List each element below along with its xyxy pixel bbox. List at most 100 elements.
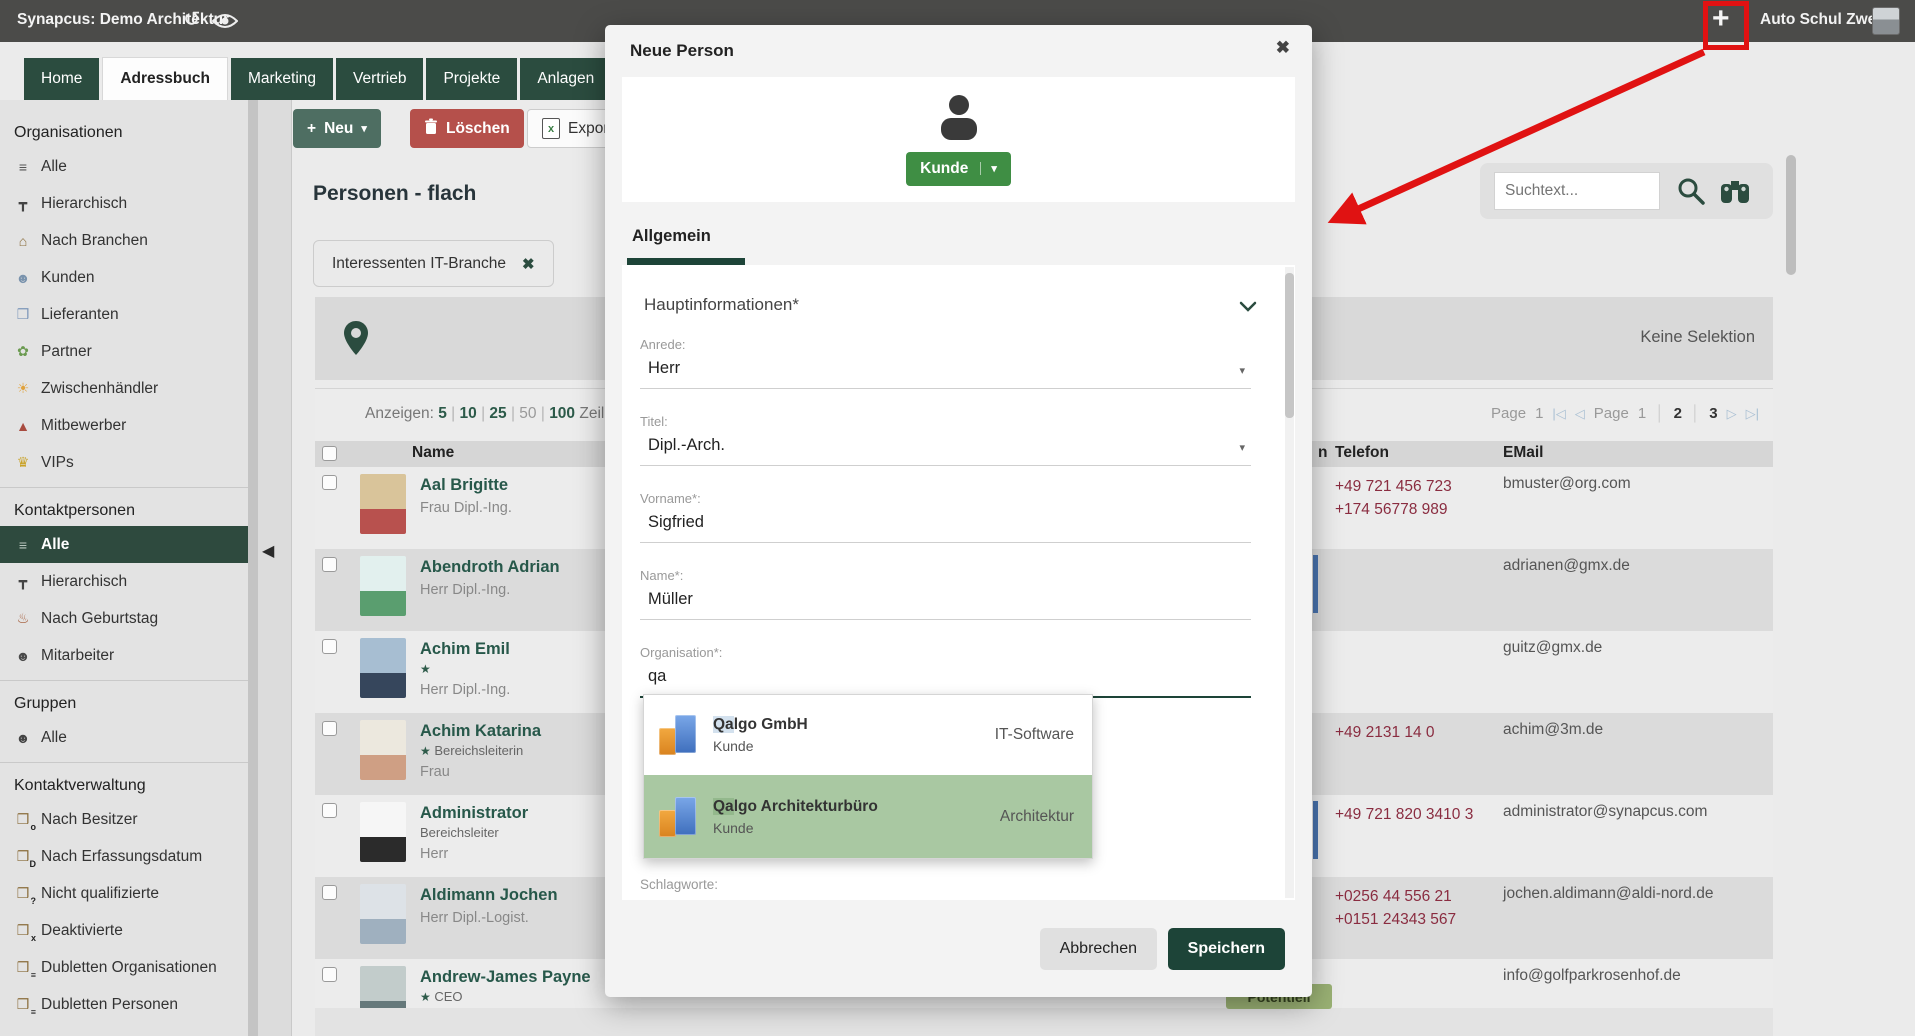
modal-footer: Abbrechen Speichern [605,900,1312,997]
list-icon: ≡ [14,159,32,175]
phone-column-header: Telefon [1335,444,1389,462]
sidebar-item-zwischenh-ndler[interactable]: ☀Zwischenhändler [0,370,248,407]
separator: | [447,405,460,422]
user-name[interactable]: Auto Schul Zwei [1760,11,1881,29]
row-checkbox[interactable] [322,967,337,982]
phone-cell: +0256 44 556 21+0151 24343 567 [1335,885,1456,931]
org-option-qalgo-architekturb-ro[interactable]: Qalgo ArchitekturbüroKundeArchitektur [644,775,1092,858]
tab-allgemein[interactable]: Allgemein [632,227,711,246]
tab-anlagen[interactable]: Anlagen [520,58,611,100]
sidebar-divider [0,762,248,763]
last-page-icon[interactable]: ▷| [1746,406,1759,422]
person-name-link[interactable]: Andrew-James Payne [420,966,591,988]
remove-filter-icon[interactable]: ✖ [522,255,535,273]
sidebar-item-nach-erfassungsdatum[interactable]: ❒DNach Erfassungsdatum [0,838,248,875]
person-name-link[interactable]: Achim Katarina [420,720,541,742]
rows-option-5[interactable]: 5 [438,405,447,422]
sidebar-item-hierarchisch[interactable]: ┳Hierarchisch [0,563,248,600]
sidebar-item-dubletten-personen[interactable]: ❒≡Dubletten Personen [0,986,248,1023]
sidebar-item-nach-geburtstag[interactable]: ♨Nach Geburtstag [0,600,248,637]
sidebar-item-nach-besitzer[interactable]: ❒oNach Besitzer [0,801,248,838]
select-all-checkbox[interactable] [322,446,337,461]
person-subtitle: Frau [420,763,541,782]
sidebar-item-mitbewerber[interactable]: ▲Mitbewerber [0,407,248,444]
sidebar-item-nach-branchen[interactable]: ⌂Nach Branchen [0,222,248,259]
star-icon: ★ [420,990,431,1004]
rows-option-100[interactable]: 100 [549,405,575,422]
sidebar-item-vips[interactable]: ♛VIPs [0,444,248,481]
tab-home[interactable]: Home [24,58,99,100]
row-checkbox[interactable] [322,803,337,818]
page-label: Page [1491,405,1526,422]
tab-vertrieb[interactable]: Vertrieb [336,58,423,100]
sidebar-item-mitarbeiter[interactable]: ☻ Mitarbeiter [0,637,248,674]
person-icon: ☻ [14,648,32,664]
rows-option-10[interactable]: 10 [460,405,477,422]
field-vorname: Vorname*:Sigfried [640,491,1251,543]
person-role: ★ CEO [420,988,591,1006]
binoculars-icon[interactable] [1720,178,1750,209]
tab-projekte[interactable]: Projekte [426,58,517,100]
sidebar-collapse-icon[interactable]: ◀ [262,541,274,561]
field-input[interactable]: Dipl.-Arch. [640,436,1251,466]
map-pin-icon[interactable] [343,320,369,361]
field-input[interactable]: Herr [640,359,1251,389]
dropdown-caret-icon[interactable]: ▾ [1239,364,1245,377]
field-input[interactable]: Müller [640,590,1251,620]
icon-badge: ≡ [31,970,36,980]
tab-adressbuch[interactable]: Adressbuch [102,57,228,100]
prev-page-icon[interactable]: ◁ [1575,406,1585,422]
sidebar-item-deaktivierte[interactable]: ❒xDeaktivierte [0,912,248,949]
page-2[interactable]: 2 [1674,405,1682,422]
group-icon: ☻ [14,730,32,746]
search-icon[interactable] [1676,176,1706,211]
first-page-icon[interactable]: |◁ [1552,406,1565,422]
sidebar-item-partner[interactable]: ✿Partner [0,333,248,370]
sidebar-item-alle[interactable]: ≡Alle [0,526,248,563]
person-name-link[interactable]: Aal Brigitte [420,474,512,496]
save-button[interactable]: Speichern [1168,928,1285,970]
org-option-qalgo-gmbh[interactable]: Qalgo GmbHKundeIT-Software [644,695,1092,775]
new-button[interactable]: + Neu ▾ [293,109,381,148]
page-3[interactable]: 3 [1709,405,1717,422]
person-name-link[interactable]: Aldimann Jochen [420,884,558,906]
field-label: Organisation*: [640,645,1251,660]
row-checkbox[interactable] [322,721,337,736]
rows-option-25[interactable]: 25 [489,405,506,422]
cancel-button[interactable]: Abbrechen [1040,928,1157,970]
person-name-link[interactable]: Achim Emil [420,638,510,660]
match-highlight: Qa [713,716,734,733]
row-checkbox[interactable] [322,885,337,900]
icon-badge: ? [31,896,37,906]
eye-icon[interactable] [212,13,238,34]
person-name-link[interactable]: Abendroth Adrian [420,556,560,578]
sidebar-scrollbar[interactable] [248,100,258,1036]
sidebar-item-hierarchisch[interactable]: ┳Hierarchisch [0,185,248,222]
person-type-button[interactable]: Kunde ▾ [906,152,1011,186]
sidebar-item-kunden[interactable]: ☻Kunden [0,259,248,296]
undo-icon[interactable]: ↺ [183,7,201,32]
sidebar-item-nicht-qualifizierte[interactable]: ❒?Nicht qualifizierte [0,875,248,912]
collapse-section-icon[interactable] [1239,299,1257,317]
dropdown-caret-icon[interactable]: ▾ [1239,441,1245,454]
chevron-down-icon: ▾ [980,162,997,175]
close-icon[interactable]: ✖ [1276,38,1290,58]
user-avatar[interactable] [1872,7,1900,35]
row-checkbox[interactable] [322,475,337,490]
search-input[interactable] [1494,172,1660,210]
sidebar-item-dubletten-organisationen[interactable]: ❒≡Dubletten Organisationen [0,949,248,986]
tab-marketing[interactable]: Marketing [231,58,333,100]
next-page-icon[interactable]: ▷ [1727,406,1737,422]
row-checkbox[interactable] [322,557,337,572]
field-input[interactable]: Sigfried [640,513,1251,543]
sidebar-item-label: Mitarbeiter [41,647,114,665]
delete-button[interactable]: Löschen [410,109,524,148]
person-name-link[interactable]: Administrator [420,802,528,824]
sidebar-item-label: Alle [41,536,69,554]
content-scrollbar[interactable] [1786,155,1796,275]
sidebar-item-alle[interactable]: ☻Alle [0,719,248,756]
sidebar-item-alle[interactable]: ≡Alle [0,148,248,185]
avatar [360,474,406,534]
row-checkbox[interactable] [322,639,337,654]
sidebar-item-lieferanten[interactable]: ❒Lieferanten [0,296,248,333]
